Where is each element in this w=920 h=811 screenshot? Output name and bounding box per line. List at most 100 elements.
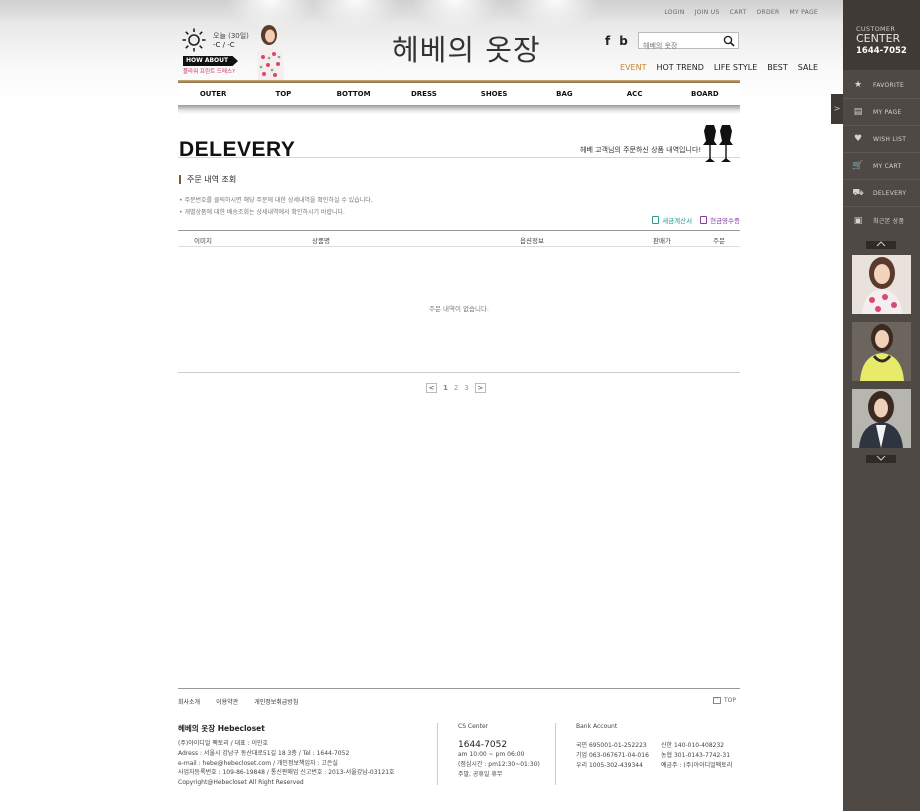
howabout-badge[interactable]: HOW ABOUT <box>183 56 238 66</box>
cash-receipt-button[interactable]: 현금영수증 <box>700 215 740 225</box>
quick-mypage[interactable]: ▤ MY PAGE <box>843 99 920 126</box>
category-menu: EVENT HOT TREND LIFE STYLE BEST SALE <box>620 63 818 72</box>
company-info: (주)아이디얼 팩토리 / 대표 : 이민호 Adress : 서울시 강남구 … <box>178 739 395 788</box>
note-line: • 개별상품에 대한 배송조회는 상세내역에서 확인하시기 바랍니다. <box>179 209 345 216</box>
category-sale[interactable]: SALE <box>798 63 818 72</box>
nav-outer[interactable]: OUTER <box>178 83 248 105</box>
nav-shoes[interactable]: SHOES <box>459 83 529 105</box>
col-option: 옵션정보 <box>520 237 544 245</box>
recent-product-thumb[interactable] <box>852 255 911 314</box>
site-logo[interactable]: 헤베의 옷장 <box>392 27 541 69</box>
quick-label: 최근본 상품 <box>873 218 905 225</box>
footer-terms-link[interactable]: 이용약관 <box>216 697 238 706</box>
sidebar-toggle-button[interactable]: > <box>831 94 843 124</box>
recent-product-thumb[interactable] <box>852 322 911 381</box>
empty-message: 주문 내역이 없습니다. <box>428 305 490 313</box>
login-link[interactable]: LOGIN <box>664 9 684 16</box>
category-life-style[interactable]: LIFE STYLE <box>714 63 757 72</box>
sun-icon <box>182 28 206 52</box>
prev-page-button[interactable]: < <box>426 383 437 393</box>
company-line: Adress : 서울시 강남구 동산대로51길 18 3층 / Tel : 1… <box>178 749 350 757</box>
order-link[interactable]: ORDER <box>756 9 779 16</box>
quick-label: FAVORITE <box>873 81 905 89</box>
quick-cart[interactable]: 🛒 MY CART <box>843 153 920 180</box>
document-icon <box>652 216 660 224</box>
bank-line: 신한 140-010-408232 <box>661 742 725 749</box>
bank-accounts: 국민 695001-01-252223 기업 063-067671-04-016… <box>576 741 649 770</box>
quick-recent[interactable]: ▣ 최근본 상품 <box>843 207 920 234</box>
quick-label: MY CART <box>873 162 902 170</box>
page-3[interactable]: 3 <box>464 384 468 392</box>
scroll-top-button[interactable]: ^ TOP <box>713 697 736 704</box>
customer-center: CUSTOMER CENTER 1644-7052 <box>843 0 920 70</box>
weather-day: 오늘 (30일) <box>213 32 249 40</box>
order-notes: • 주문번호를 클릭하시면 해당 주문에 대한 상세내역을 확인하실 수 있습니… <box>179 195 373 219</box>
page-2[interactable]: 2 <box>454 384 458 392</box>
join-link[interactable]: JOIN US <box>695 9 720 16</box>
nav-dress[interactable]: DRESS <box>389 83 459 105</box>
footer-links: 회사소개 이용약관 개인정보취급방침 <box>178 697 298 706</box>
bank-title: Bank Account <box>576 723 618 730</box>
nav-acc[interactable]: ACC <box>600 83 670 105</box>
cart-icon: 🛒 <box>852 161 864 171</box>
title-divider <box>178 157 740 158</box>
recent-product-thumb[interactable] <box>852 389 911 448</box>
company-line: 사업자등록번호 : 109-86-19848 / 통신판매업 신고번호 : 20… <box>178 769 395 777</box>
pagination: < 1 2 3 > <box>426 383 486 393</box>
top-links: LOGIN JOIN US CART ORDER MY PAGE <box>664 9 818 16</box>
cash-receipt-label: 현금영수증 <box>710 217 740 225</box>
category-hot-trend[interactable]: HOT TREND <box>656 63 703 72</box>
chevron-up-icon <box>876 241 886 247</box>
col-image: 이미지 <box>194 237 212 245</box>
table-bottom-border <box>178 372 740 373</box>
col-product: 상품명 <box>312 237 330 245</box>
facebook-icon[interactable]: f <box>605 34 610 48</box>
truck-icon: ⛟ <box>852 187 864 198</box>
col-order: 주문 <box>713 237 725 245</box>
note-line: • 주문번호를 클릭하시면 해당 주문에 대한 상세내역을 확인하실 수 있습니… <box>179 197 373 204</box>
footer-divider <box>178 688 740 689</box>
page-icon: ▤ <box>853 107 863 117</box>
page-title: DELEVERY <box>179 138 296 161</box>
nav-bottom[interactable]: BOTTOM <box>319 83 389 105</box>
nav-board[interactable]: BOARD <box>670 83 740 105</box>
model-image[interactable] <box>252 24 290 82</box>
footer-about-link[interactable]: 회사소개 <box>178 697 200 706</box>
company-line: e-mail : hebe@hebecloset.com / 개인정보책임자 :… <box>178 759 338 767</box>
arrow-up-icon: ^ <box>713 697 721 704</box>
quick-favorite[interactable]: ★ FAVORITE <box>843 72 920 99</box>
company-name: 헤베의 옷장 Hebecloset <box>178 724 265 733</box>
recent-up-button[interactable] <box>866 241 896 249</box>
mypage-link[interactable]: MY PAGE <box>789 9 818 16</box>
search-input[interactable] <box>639 38 723 54</box>
receipt-icon <box>700 216 708 224</box>
cs-line: am 10:00 ~ pm 06:00 <box>458 751 525 758</box>
category-best[interactable]: BEST <box>767 63 788 72</box>
recent-down-button[interactable] <box>866 455 896 463</box>
spotlight <box>310 0 400 30</box>
search-icon[interactable] <box>723 35 735 47</box>
quick-label: DELEVERY <box>873 189 907 197</box>
quick-wishlist[interactable]: ♥ WISH LIST <box>843 126 920 153</box>
col-price: 판매가 <box>653 237 671 245</box>
blog-icon[interactable]: b <box>619 34 628 48</box>
bank-line: 농협 301-0143-7742-31 <box>661 751 731 759</box>
promo-text[interactable]: 플라워 프린트 드레스? <box>183 67 235 75</box>
nav-bag[interactable]: BAG <box>529 83 599 105</box>
next-page-button[interactable]: > <box>474 383 486 393</box>
footer-privacy-link[interactable]: 개인정보취급방침 <box>254 697 298 706</box>
nav-top[interactable]: TOP <box>248 83 318 105</box>
social-links: f b <box>605 34 628 48</box>
tax-invoice-button[interactable]: 세금계산서 <box>652 215 692 225</box>
cc-label: CENTER <box>856 32 901 45</box>
image-icon: ▣ <box>853 215 863 226</box>
category-event[interactable]: EVENT <box>620 63 646 72</box>
weather-temp: -C / -C <box>213 41 235 49</box>
cs-line: 주말, 공휴일 휴무 <box>458 770 503 778</box>
copyright: Copyright@Hebecloset All Right Reserved <box>178 779 304 787</box>
cart-link[interactable]: CART <box>730 9 747 16</box>
quick-delivery[interactable]: ⛟ DELEVERY <box>843 180 920 207</box>
gnb-shadow <box>178 105 740 114</box>
page-1[interactable]: 1 <box>443 384 448 392</box>
cs-hours: am 10:00 ~ pm 06:00 (점심시간 : pm12:30~01:3… <box>458 750 540 779</box>
